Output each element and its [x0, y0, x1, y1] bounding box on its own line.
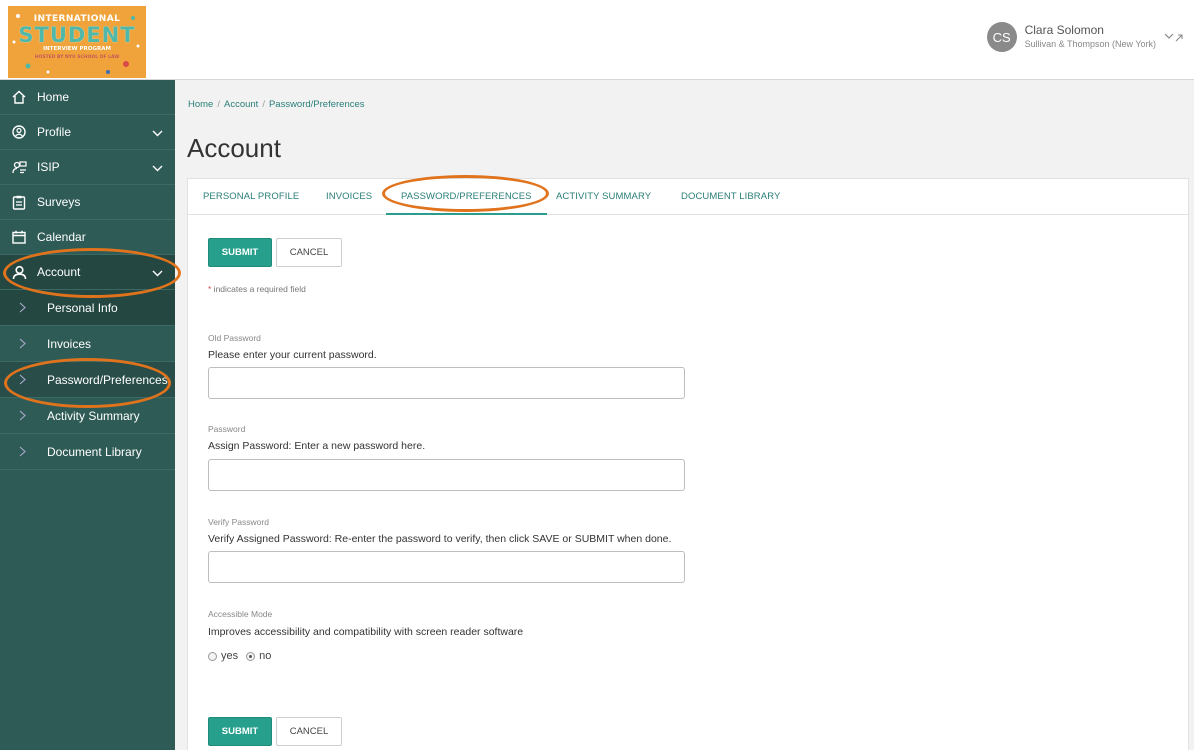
user-menu-chevron-icon[interactable]: [1164, 31, 1184, 43]
sidebar-item-label: ISIP: [37, 160, 60, 174]
tab-activity-summary[interactable]: ACTIVITY SUMMARY: [556, 179, 651, 215]
account-card: PERSONAL PROFILE INVOICES PASSWORD/PREFE…: [187, 178, 1189, 750]
chevron-right-icon: [19, 302, 29, 313]
sidebar-subitem-label: Invoices: [47, 336, 92, 351]
sidebar-subitem-activity-summary[interactable]: Activity Summary: [0, 398, 175, 434]
tab-invoices[interactable]: INVOICES: [326, 179, 372, 215]
sidebar-subitem-label: Personal Info: [47, 300, 118, 315]
accessible-yes-radio[interactable]: [208, 651, 217, 661]
accessible-no-radio[interactable]: [246, 651, 256, 661]
accessible-yes-label[interactable]: yes: [221, 650, 238, 662]
password-help: Assign Password: Enter a new password he…: [208, 440, 426, 452]
cancel-button-top[interactable]: CANCEL: [276, 238, 342, 267]
logo-area: INTERNATIONAL STUDENT INTERVIEW PROGRAM …: [0, 0, 175, 80]
verify-password-input[interactable]: [208, 551, 685, 583]
sidebar-item-label: Calendar: [37, 230, 86, 244]
password-input[interactable]: [208, 459, 685, 491]
sidebar-item-surveys[interactable]: Surveys: [0, 185, 175, 220]
sidebar-nav: Home Profile ISIP Surveys Calendar Accou…: [0, 80, 175, 470]
tab-document-library[interactable]: DOCUMENT LIBRARY: [681, 179, 780, 215]
calendar-icon: [11, 229, 27, 245]
breadcrumb: Home / Account / Password/Preferences: [188, 99, 365, 110]
sidebar-item-label: Home: [37, 90, 70, 104]
verify-password-label: Verify Password: [208, 517, 269, 527]
old-password-label: Old Password: [208, 333, 261, 343]
user-menu[interactable]: CS Clara Solomon Sullivan & Thompson (Ne…: [986, 22, 1184, 52]
main-content: Home / Account / Password/Preferences Accoun…: [175, 81, 1194, 750]
accessible-mode-radio-group: yes no: [208, 650, 279, 662]
user-icon: [11, 264, 27, 280]
clipboard-icon: [11, 194, 27, 210]
submit-button-bottom[interactable]: SUBMIT: [208, 717, 272, 746]
verify-password-help: Verify Assigned Password: Re-enter the p…: [208, 533, 672, 545]
breadcrumb-account[interactable]: Account: [224, 99, 258, 110]
sidebar-item-isip[interactable]: ISIP: [0, 150, 175, 185]
chevron-right-icon: [19, 338, 29, 349]
tab-bar: PERSONAL PROFILE INVOICES PASSWORD/PREFE…: [188, 179, 1188, 215]
sidebar-item-account[interactable]: Account: [0, 255, 175, 290]
sidebar-item-profile[interactable]: Profile: [0, 115, 175, 150]
cancel-button-bottom[interactable]: CANCEL: [276, 717, 342, 746]
chevron-down-icon: [152, 161, 163, 175]
breadcrumb-home[interactable]: Home: [188, 99, 213, 110]
chevron-right-icon: [19, 374, 29, 385]
sidebar-subitem-personal-info[interactable]: Personal Info: [0, 290, 175, 326]
sidebar-subitem-password-preferences[interactable]: Password/Preferences: [0, 362, 175, 398]
password-label: Password: [208, 424, 246, 434]
sidebar-item-label: Surveys: [37, 195, 81, 209]
tab-personal-profile[interactable]: PERSONAL PROFILE: [203, 179, 299, 215]
profile-icon: [11, 124, 27, 140]
home-icon: [11, 89, 27, 105]
old-password-help: Please enter your current password.: [208, 349, 377, 361]
chevron-down-icon: [152, 126, 163, 140]
sidebar-subitem-label: Password/Preferences: [47, 372, 168, 387]
sidebar-item-home[interactable]: Home: [0, 80, 175, 115]
chevron-down-icon: [152, 266, 163, 280]
accessible-mode-label: Accessible Mode: [208, 609, 273, 619]
sidebar-item-calendar[interactable]: Calendar: [0, 220, 175, 255]
sidebar-subitem-label: Document Library: [47, 444, 142, 459]
breadcrumb-current: Password/Preferences: [268, 99, 365, 110]
isip-icon: [11, 159, 27, 175]
sidebar-subitem-label: Activity Summary: [47, 408, 140, 423]
submit-button-top[interactable]: SUBMIT: [208, 238, 272, 267]
user-name: Clara Solomon: [1024, 23, 1104, 37]
sidebar-subitem-document-library[interactable]: Document Library: [0, 434, 175, 470]
logo-line3: INTERVIEW PROGRAM: [43, 46, 111, 52]
accessible-no-label[interactable]: no: [259, 650, 271, 662]
sidebar-subitem-invoices[interactable]: Invoices: [0, 326, 175, 362]
required-field-note: * indicates a required field: [208, 284, 306, 294]
top-bar: CS Clara Solomon Sullivan & Thompson (Ne…: [175, 0, 1194, 80]
chevron-right-icon: [19, 446, 29, 457]
old-password-input[interactable]: [208, 367, 685, 399]
user-firm: Sullivan & Thompson (New York): [1024, 39, 1156, 49]
chevron-right-icon: [19, 410, 29, 421]
page-title: Account: [187, 133, 281, 163]
sidebar: INTERNATIONAL STUDENT INTERVIEW PROGRAM …: [0, 0, 175, 750]
accessible-mode-help: Improves accessibility and compatibility…: [208, 626, 524, 638]
avatar[interactable]: CS: [986, 22, 1017, 52]
program-logo[interactable]: INTERNATIONAL STUDENT INTERVIEW PROGRAM …: [8, 6, 146, 78]
logo-line2: STUDENT: [18, 23, 136, 47]
sidebar-item-label: Profile: [37, 125, 72, 139]
tab-password-preferences[interactable]: PASSWORD/PREFERENCES: [386, 179, 547, 215]
sidebar-item-label: Account: [37, 265, 81, 279]
logo-line4: HOSTED BY NYU SCHOOL OF LAW: [34, 55, 120, 60]
